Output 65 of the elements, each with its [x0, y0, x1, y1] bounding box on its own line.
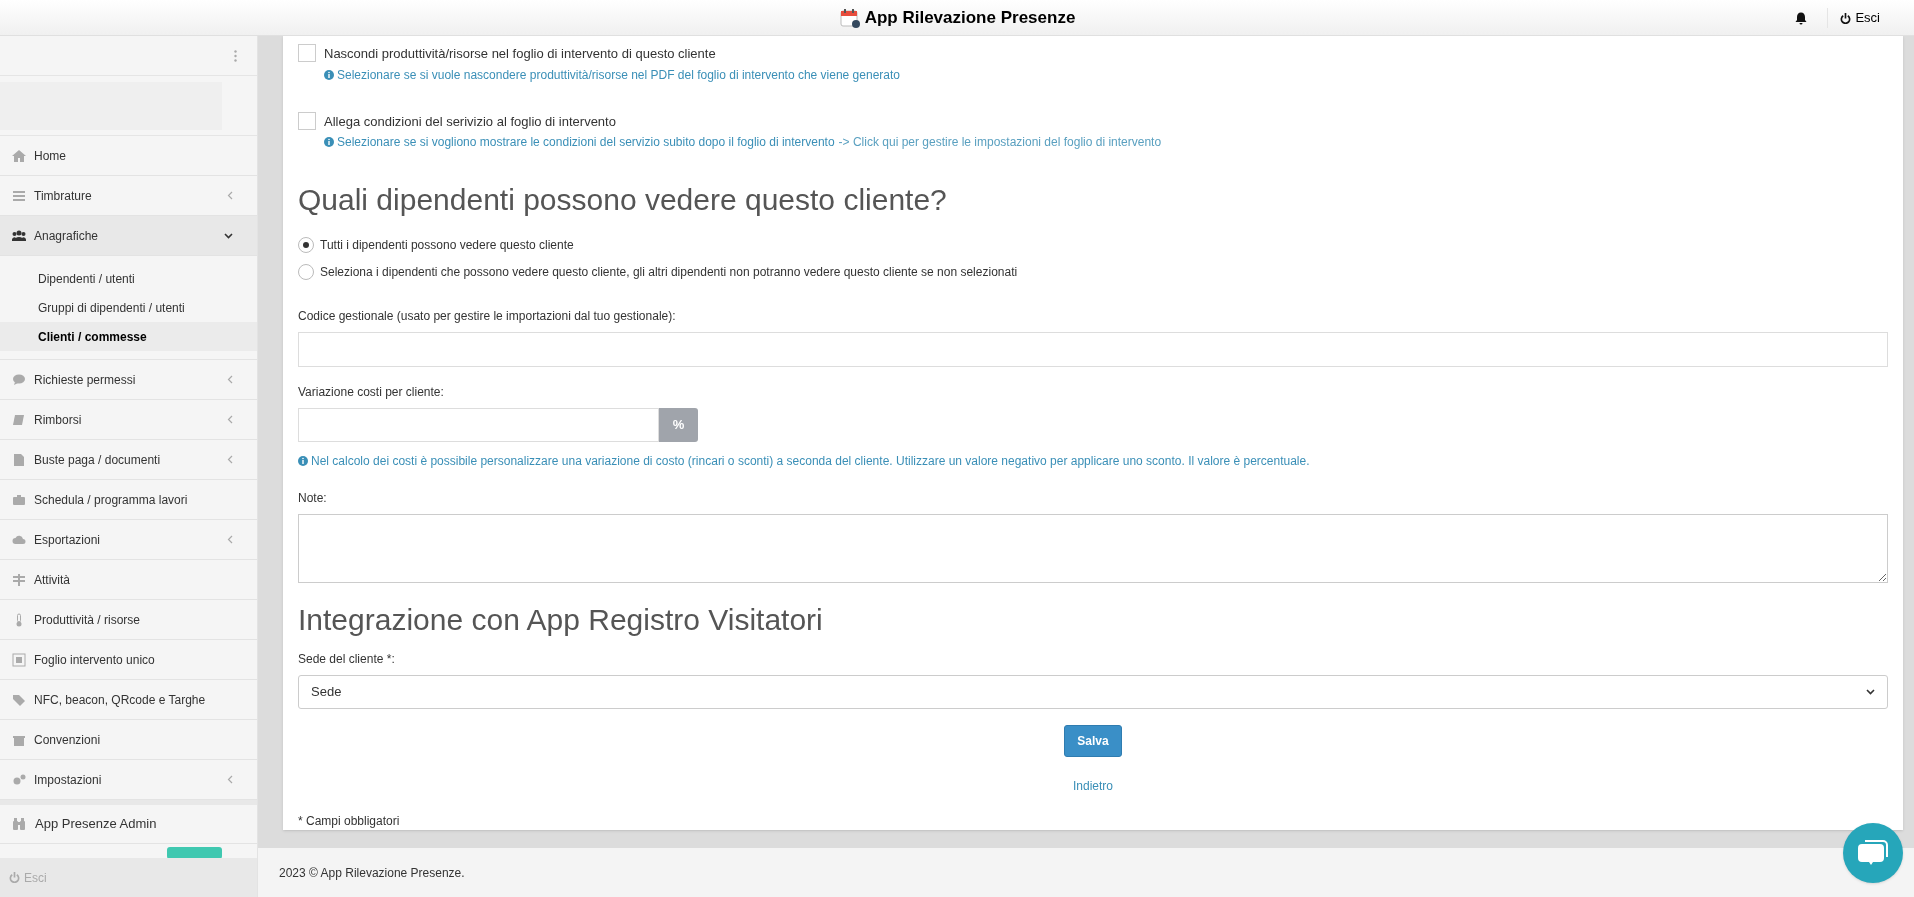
percent-addon: %: [659, 408, 698, 442]
tags-icon: [12, 692, 26, 707]
submenu-item[interactable]: Dipendenti / utenti: [0, 264, 257, 293]
notes-field[interactable]: [298, 514, 1888, 583]
users-icon: [12, 228, 26, 243]
field-label: Sede del cliente *:: [298, 651, 396, 668]
chevron-down-icon: [1866, 689, 1875, 695]
sidebar-item[interactable]: Timbrature: [34, 186, 219, 205]
input-field[interactable]: [298, 332, 1888, 367]
help-text: Nel calcolo dei costi è possibile personalizzare una variazione di costo (rincari o sconti) a seconda del cliente. Utilizzare un valore negativo per applicare uno sconto. Il valore è percentuale.: [298, 452, 1888, 470]
briefcase-icon: [12, 492, 26, 507]
field-label: Note:: [298, 490, 328, 507]
sidebar-item[interactable]: NFC, beacon, QRcode e Targhe: [34, 690, 233, 709]
document-icon: [12, 452, 26, 467]
checkbox-label: Nascondi produttività/risorse nel foglio di intervento di questo cliente: [324, 45, 717, 63]
home-icon: [12, 148, 26, 163]
checkbox-label: Allega condizioni del serivizio al foglio di intervento: [324, 112, 617, 131]
submenu-item[interactable]: Clienti / commesse: [0, 322, 257, 351]
sidebar-item[interactable]: Richieste permessi: [34, 370, 219, 389]
speech-bubble-icon: [12, 372, 26, 387]
binoculars-icon: [12, 818, 26, 830]
input-field[interactable]: [298, 408, 659, 442]
calendar-icon: [838, 6, 861, 29]
bell-icon[interactable]: [1795, 11, 1808, 25]
sidebar-item[interactable]: App Presenze Admin: [35, 814, 157, 834]
badge: [167, 847, 222, 858]
frame-icon: [12, 652, 26, 667]
section-heading: Quali dipendenti possono vedere questo cliente?: [298, 182, 948, 218]
section-heading: Integrazione con App Registro Visitatori: [298, 602, 824, 638]
checkbox[interactable]: [298, 44, 316, 62]
help-text: Selezionare se si vogliono mostrare le condizioni del servizio subito dopo il foglio di intervento: [324, 133, 835, 151]
required-note: * Campi obbligatori: [298, 813, 401, 830]
logout-link[interactable]: Esci: [1827, 8, 1880, 28]
sidebar-item[interactable]: Produttività / risorse: [34, 610, 233, 629]
back-link[interactable]: Indietro: [1073, 777, 1113, 795]
list-icon: [12, 188, 26, 203]
footer-text: 2023 © App Rilevazione Presenze.: [279, 864, 465, 882]
sidebar-item[interactable]: Impostazioni: [34, 770, 219, 789]
sidebar-item[interactable]: Foglio intervento unico: [34, 650, 233, 669]
radio-button[interactable]: [298, 237, 314, 253]
power-icon: [1840, 12, 1852, 24]
sidebar-item[interactable]: Convenzioni: [34, 730, 233, 749]
sidebar-item[interactable]: Home: [34, 146, 233, 165]
field-label: Variazione costi per cliente:: [298, 384, 445, 401]
sidebar-item[interactable]: Rimborsi: [34, 410, 219, 429]
sidebar-item[interactable]: Schedula / programma lavori: [34, 490, 233, 509]
help-text: Selezionare se si vuole nascondere produttività/risorse nel PDF del foglio di intervento che viene generato: [324, 65, 900, 84]
power-icon: [9, 872, 20, 883]
radio-label: Tutti i dipendenti possono vedere questo cliente: [320, 237, 574, 254]
info-icon: [324, 137, 334, 147]
radio-label: Seleziona i dipendenti che possono vedere questo cliente, gli altri dipendenti non potranno vedere questo cliente se non selezionati: [320, 264, 1018, 281]
submenu-item[interactable]: Gruppi di dipendenti / utenti: [0, 293, 257, 322]
checkbox[interactable]: [298, 111, 316, 130]
app-title: App Rilevazione Presenze: [864, 6, 1076, 29]
info-icon: [324, 69, 334, 80]
site-select[interactable]: Sede: [298, 675, 1888, 709]
more-options-icon[interactable]: [234, 49, 237, 62]
signpost-icon: [12, 572, 26, 587]
sidebar-item[interactable]: Esportazioni: [34, 530, 219, 549]
sidebar-item[interactable]: Attività: [34, 570, 233, 589]
info-icon: [298, 456, 308, 466]
field-label: Codice gestionale (usato per gestire le importazioni dal tuo gestionale):: [298, 308, 677, 325]
radio-button[interactable]: [298, 264, 314, 280]
save-button[interactable]: Salva: [1064, 725, 1122, 757]
sidebar-item[interactable]: Buste paga / documenti: [34, 450, 219, 469]
